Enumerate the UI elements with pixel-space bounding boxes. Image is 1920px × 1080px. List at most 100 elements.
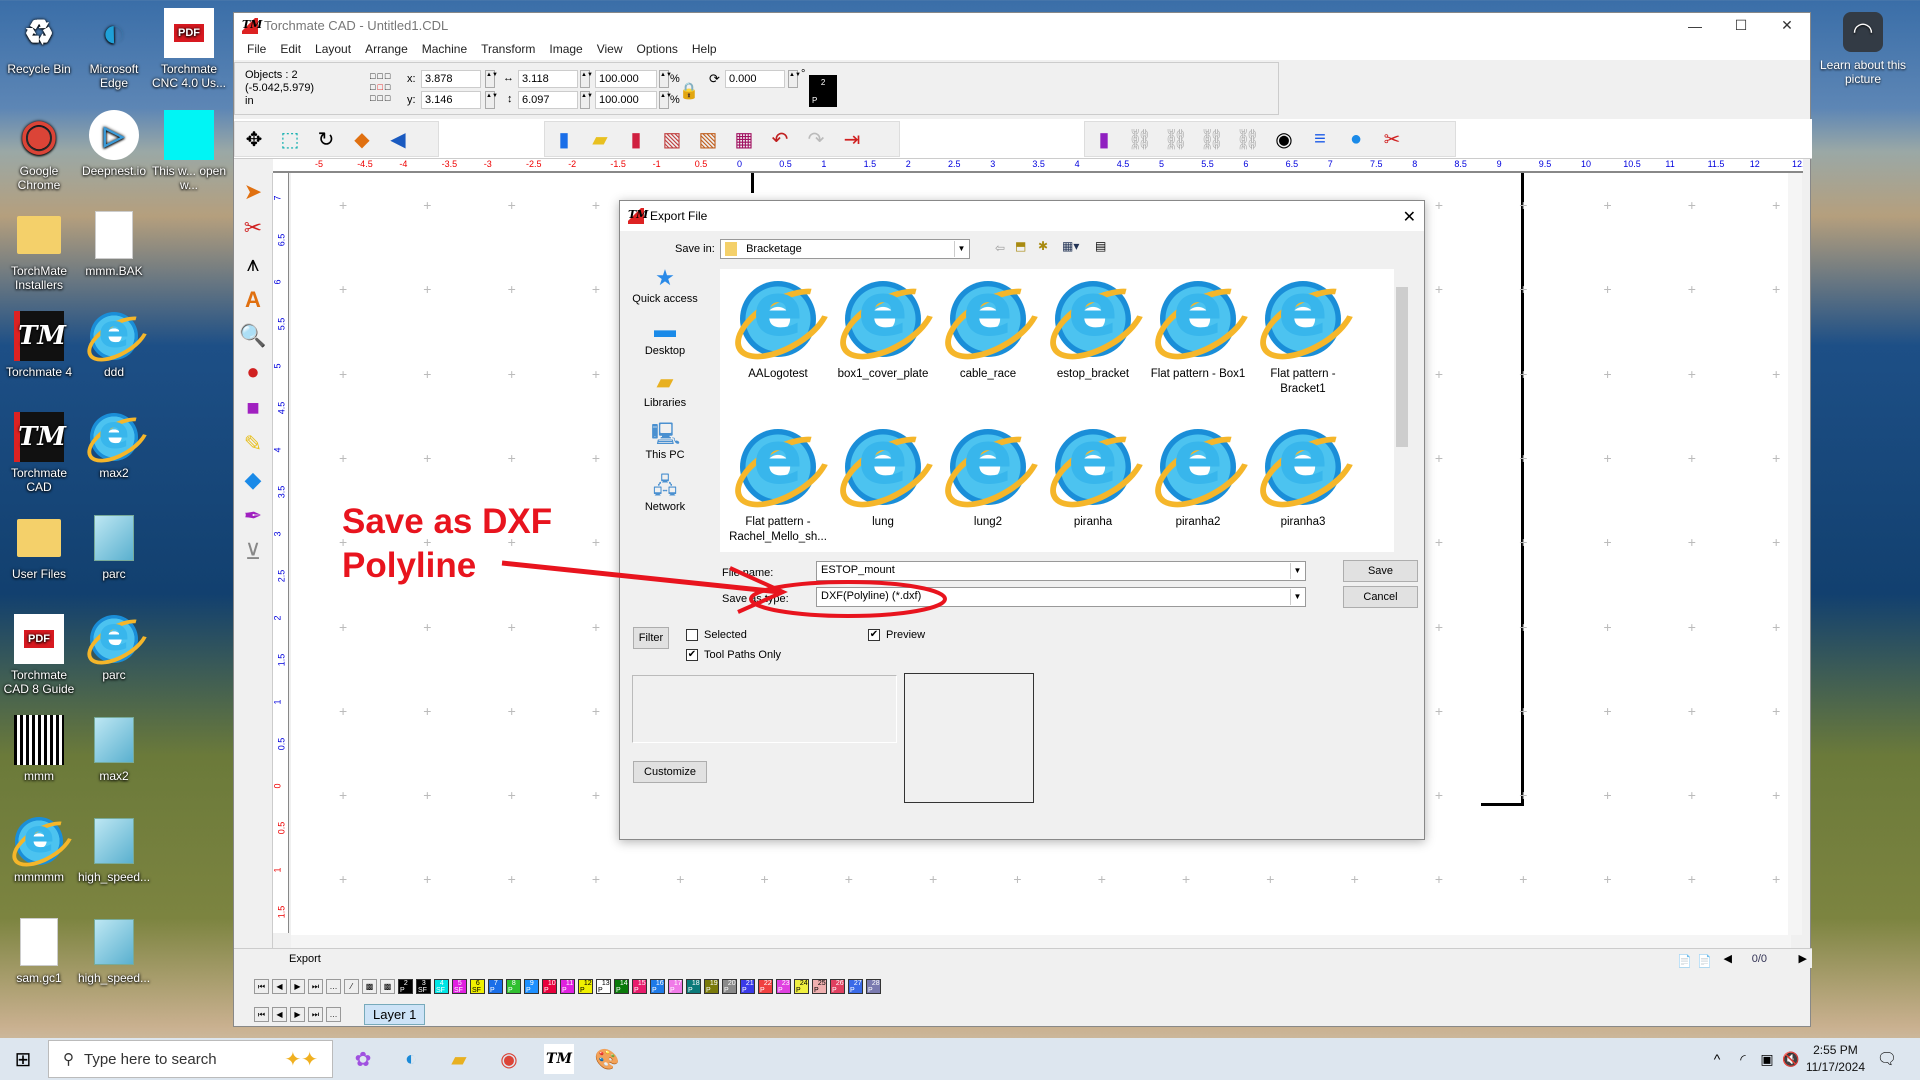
width-field[interactable]: 3.118 bbox=[518, 70, 578, 88]
color-swatch-14[interactable]: 14 P bbox=[614, 978, 629, 994]
x-field[interactable]: 3.878 bbox=[421, 70, 481, 88]
new-folder-icon[interactable]: ✱ bbox=[1038, 239, 1048, 253]
layer-more-button[interactable]: … bbox=[326, 1006, 341, 1022]
search-box[interactable]: ⚲ Type here to search ✦✦ bbox=[48, 1040, 333, 1078]
color-swatch-28[interactable]: 28 P bbox=[866, 978, 881, 994]
color-swatch-11[interactable]: 11 P bbox=[560, 978, 575, 994]
height-spinner[interactable]: ▲▼ bbox=[580, 91, 593, 109]
chrome-icon[interactable]: ◉ bbox=[494, 1044, 524, 1074]
color-swatch-15[interactable]: 15 P bbox=[632, 978, 647, 994]
file-list-scrollbar[interactable] bbox=[1394, 269, 1410, 552]
book-icon[interactable]: ▮ bbox=[1091, 126, 1117, 152]
desktop-icon[interactable]: max2 bbox=[75, 715, 153, 783]
paint-icon[interactable]: 🎨 bbox=[592, 1044, 622, 1074]
break-icon[interactable]: ⛓ bbox=[1199, 126, 1225, 152]
layer-tab[interactable]: Layer 1 bbox=[364, 1003, 426, 1025]
scale-x-field[interactable]: 100.000 bbox=[595, 70, 657, 88]
menu-arrange[interactable]: Arrange bbox=[358, 42, 415, 56]
color-swatch-23[interactable]: 23 P bbox=[776, 978, 791, 994]
view-menu-icon[interactable]: ▦▾ bbox=[1062, 239, 1079, 253]
toolpath-icon[interactable]: ≡ bbox=[1307, 126, 1333, 152]
clock[interactable]: 2:55 PM 11/17/2024 bbox=[1806, 1042, 1865, 1076]
file-explorer-icon[interactable]: ▰ bbox=[444, 1044, 474, 1074]
desktop-icon[interactable]: ddd bbox=[75, 304, 153, 379]
mirror-icon[interactable]: ⬚ bbox=[277, 126, 303, 152]
layer-prev-button[interactable]: ◀ bbox=[272, 1006, 287, 1022]
maximize-button[interactable]: ☐ bbox=[1718, 13, 1764, 38]
exit-icon[interactable]: ⇥ bbox=[839, 126, 865, 152]
desktop-icon[interactable]: TM Torchmate 4 bbox=[0, 311, 78, 379]
ellipse-tool-icon[interactable]: ● bbox=[240, 359, 266, 385]
place-desktop[interactable]: ▬ Desktop bbox=[630, 317, 700, 357]
desktop-icon[interactable]: parc bbox=[75, 607, 153, 682]
page-prev-button[interactable]: ◀ bbox=[1724, 949, 1732, 969]
combine-icon[interactable]: ⛓ bbox=[1235, 126, 1261, 152]
current-color-swatch[interactable]: 2P bbox=[809, 75, 837, 107]
menu-machine[interactable]: Machine bbox=[415, 42, 474, 56]
color-swatch-20[interactable]: 20 P bbox=[722, 978, 737, 994]
edge-icon[interactable]: ◐ bbox=[396, 1044, 426, 1074]
horizontal-scrollbar[interactable] bbox=[291, 935, 1791, 949]
lock-ratio-icon[interactable]: 🔒 bbox=[679, 81, 699, 101]
color-swatch-17[interactable]: 17 P bbox=[668, 978, 683, 994]
color-prev-button[interactable]: ◀ bbox=[272, 978, 287, 994]
rotate-tool-icon[interactable]: ↻ bbox=[313, 126, 339, 152]
scale-x-spinner[interactable]: ▲▼ bbox=[659, 70, 672, 88]
dialog-close-button[interactable]: ✕ bbox=[1403, 207, 1416, 227]
file-item[interactable]: lung bbox=[833, 415, 933, 530]
color-swatch-3[interactable]: 3 SF bbox=[416, 978, 431, 994]
menu-image[interactable]: Image bbox=[542, 42, 589, 56]
start-icon[interactable]: ⊞ bbox=[8, 1044, 38, 1074]
file-item[interactable]: piranha2 bbox=[1148, 415, 1248, 530]
desktop-icon[interactable]: mmmmm bbox=[0, 809, 78, 884]
desktop-icon[interactable]: ◐ Microsoft Edge bbox=[75, 8, 153, 90]
tool-paths-only-checkbox[interactable]: ✔ Tool Paths Only bbox=[686, 649, 781, 661]
y-spinner[interactable]: ▲▼ bbox=[485, 91, 498, 109]
color-swatch-27[interactable]: 27 P bbox=[848, 978, 863, 994]
menu-options[interactable]: Options bbox=[630, 42, 685, 56]
copilot-icon[interactable]: ✿ bbox=[348, 1044, 378, 1074]
scale-y-spinner[interactable]: ▲▼ bbox=[659, 91, 672, 109]
color-swatch-7[interactable]: 7P bbox=[488, 978, 503, 994]
pointer-tool-icon[interactable]: ➤ bbox=[240, 179, 266, 205]
redo-icon[interactable]: ↷ bbox=[803, 126, 829, 152]
weld-icon[interactable]: ⛓ bbox=[1127, 126, 1153, 152]
desktop-icon[interactable]: PDF Torchmate CNC 4.0 Us... bbox=[150, 8, 228, 90]
color-swatch-26[interactable]: 26 P bbox=[830, 978, 845, 994]
file-item[interactable]: piranha3 bbox=[1253, 415, 1353, 530]
color-swatch-21[interactable]: 21 P bbox=[740, 978, 755, 994]
new-file-icon[interactable]: ▮ bbox=[551, 126, 577, 152]
menu-file[interactable]: File bbox=[240, 42, 273, 56]
place-this-pc[interactable]: 🖳 This PC bbox=[630, 421, 700, 461]
new-page-icon[interactable]: 📄 bbox=[1677, 951, 1692, 971]
save-in-select[interactable]: Bracketage ▼ bbox=[720, 239, 970, 259]
anchor-grid[interactable]: □□□ □□□ □□□ bbox=[370, 71, 400, 107]
pattern-swatch[interactable]: ▩ bbox=[362, 978, 377, 994]
undo-icon[interactable]: ↶ bbox=[767, 126, 793, 152]
desktop-icon[interactable]: sam.gc1 bbox=[0, 917, 78, 985]
move-icon[interactable]: ✥ bbox=[241, 126, 267, 152]
color-swatch-12[interactable]: 12 P bbox=[578, 978, 593, 994]
color-first-button[interactable]: ⏮ bbox=[254, 978, 269, 994]
desktop-icon[interactable]: high_speed... bbox=[75, 816, 153, 884]
desktop-icon[interactable]: ♻ Recycle Bin bbox=[0, 8, 78, 76]
menu-layout[interactable]: Layout bbox=[308, 42, 358, 56]
compass-tool-icon[interactable]: ⩚ bbox=[240, 251, 266, 277]
desktop-icon[interactable]: PDF Torchmate CAD 8 Guide bbox=[0, 614, 78, 696]
selected-checkbox[interactable]: Selected bbox=[686, 629, 747, 641]
place-quick-access[interactable]: ★ Quick access bbox=[630, 265, 700, 305]
color-swatch-10[interactable]: 10 P bbox=[542, 978, 557, 994]
pattern-swatch[interactable]: ▩ bbox=[380, 978, 395, 994]
menu-view[interactable]: View bbox=[590, 42, 630, 56]
file-item[interactable]: lung2 bbox=[938, 415, 1038, 530]
skew-icon[interactable]: ◆ bbox=[349, 126, 375, 152]
place-libraries[interactable]: ▰ Libraries bbox=[630, 369, 700, 409]
file-item[interactable]: AALogotest bbox=[728, 269, 828, 382]
x-spinner[interactable]: ▲▼ bbox=[485, 70, 498, 88]
file-item[interactable]: piranha bbox=[1043, 415, 1143, 530]
desktop-icon[interactable]: high_speed... bbox=[75, 917, 153, 985]
color-last-button[interactable]: ⏭ bbox=[308, 978, 323, 994]
file-item[interactable]: box1_cover_plate bbox=[833, 269, 933, 382]
text-tool-icon[interactable]: A bbox=[240, 287, 266, 313]
shapes-tool-icon[interactable]: ■ bbox=[240, 395, 266, 421]
